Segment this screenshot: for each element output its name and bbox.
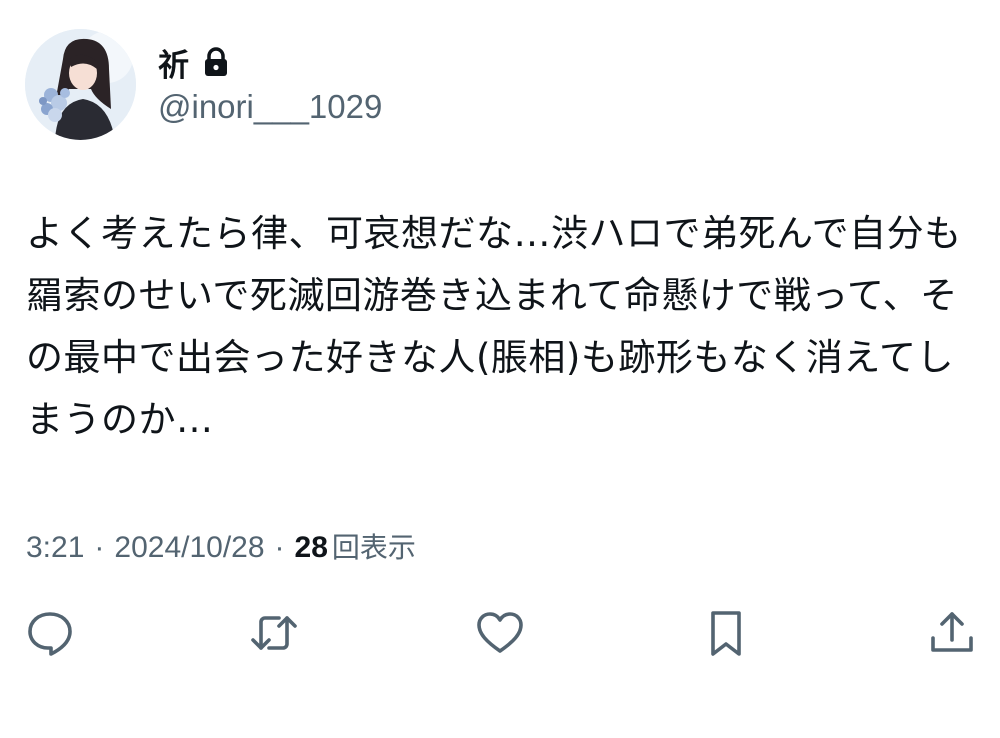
share-button[interactable] (926, 607, 978, 659)
display-name[interactable]: 祈 (158, 40, 189, 85)
views-label: 回表示 (331, 531, 416, 564)
tweet-meta: 3:21 · 2024/10/28 · 28 回表示 (26, 526, 416, 566)
reply-button[interactable] (24, 607, 76, 659)
meta-separator: · (94, 531, 105, 564)
tweet-text: よく考えたら律、可哀想だな…渋ハロで弟死んで自分も羂索のせいで死滅回游巻き込まれ… (26, 212, 962, 441)
like-button[interactable] (474, 607, 526, 659)
retweet-icon (251, 616, 297, 650)
user-handle[interactable]: @inori___1029 (158, 88, 382, 126)
avatar[interactable] (25, 29, 136, 140)
views-count: 28 (294, 531, 328, 564)
tweet-date[interactable]: 2024/10/28 (114, 531, 264, 565)
heart-icon (477, 612, 523, 653)
bookmark-icon (711, 611, 741, 656)
user-name-row: 祈 (158, 40, 229, 84)
lock-icon (203, 47, 229, 77)
share-icon (931, 612, 973, 652)
reply-icon (28, 612, 72, 656)
action-bar (0, 607, 1000, 659)
tweet-time[interactable]: 3:21 (26, 531, 84, 565)
retweet-button[interactable] (248, 607, 300, 659)
bookmark-button[interactable] (700, 607, 752, 659)
meta-separator: · (274, 531, 285, 564)
